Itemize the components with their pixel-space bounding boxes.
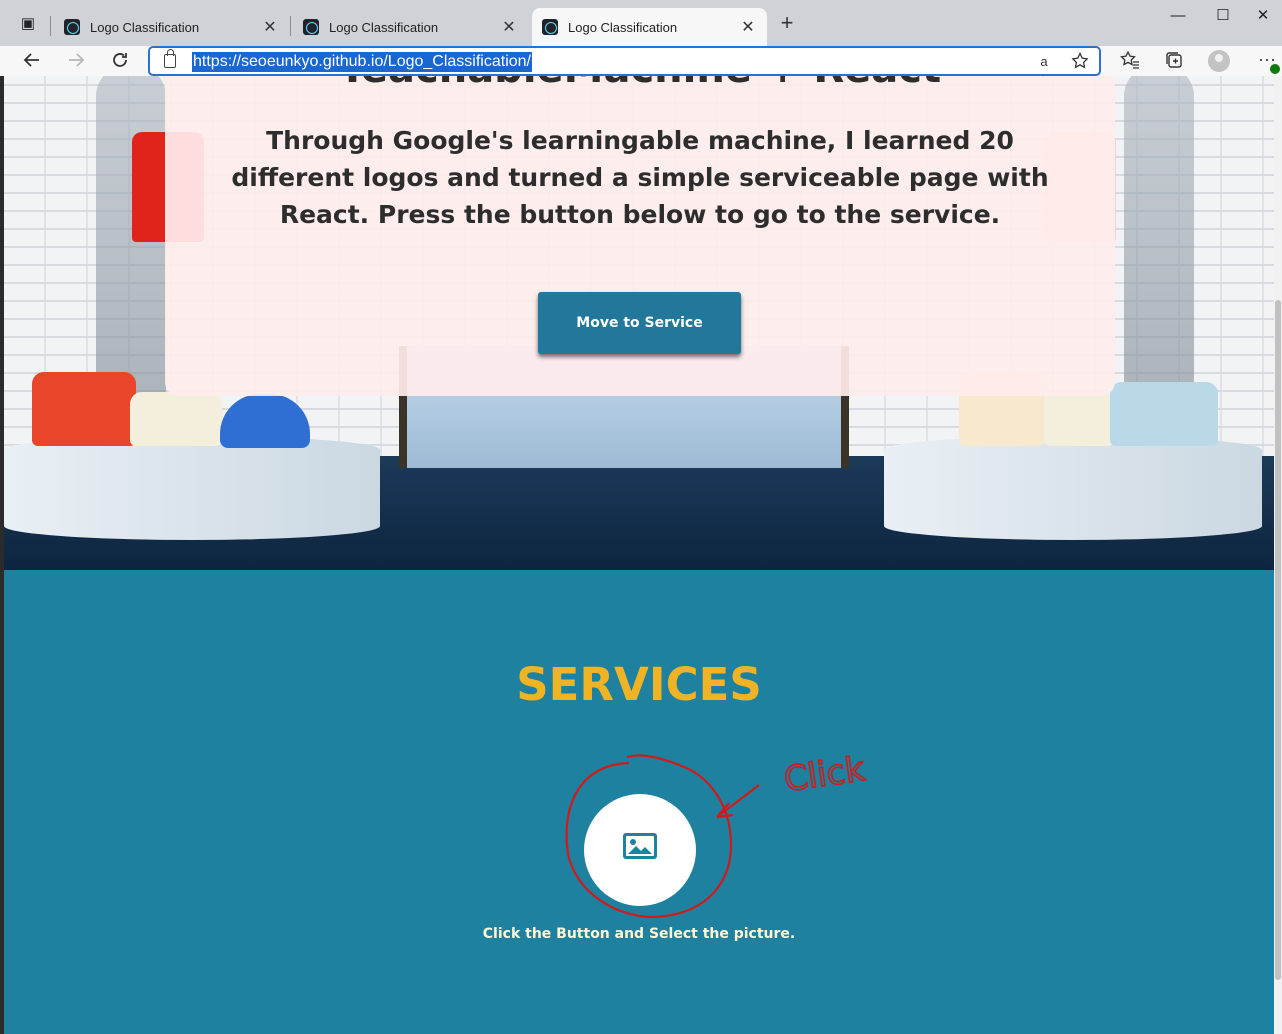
move-to-service-button[interactable]: Move to Service: [538, 292, 741, 354]
tab-2[interactable]: Logo Classification ✕: [293, 8, 528, 46]
tab-close-icon[interactable]: ✕: [500, 17, 518, 37]
read-aloud-icon[interactable]: aあ: [1034, 52, 1054, 89]
minimize-button[interactable]: —: [1155, 6, 1201, 26]
forward-button[interactable]: [64, 50, 88, 74]
hero-section: TeachableMachine + React Through Google'…: [4, 76, 1274, 570]
tab-3-active[interactable]: Logo Classification ✕: [532, 8, 767, 46]
browser-tab-bar: ▣ Logo Classification ✕ Logo Classificat…: [0, 0, 1282, 46]
reload-button[interactable]: [108, 50, 132, 74]
address-bar[interactable]: https://seoeunkyo.github.io/Logo_Classif…: [148, 46, 1101, 89]
window-menu-icon[interactable]: ▣: [18, 14, 38, 34]
hero-title: TeachableMachine + React: [165, 76, 1115, 92]
tab-close-icon[interactable]: ✕: [739, 17, 757, 37]
react-favicon-icon: [64, 19, 80, 35]
forward-arrow-icon: [69, 53, 85, 67]
scrollbar-thumb[interactable]: [1275, 300, 1281, 980]
close-window-button[interactable]: ✕: [1240, 6, 1282, 26]
profile-icon[interactable]: [1208, 50, 1230, 72]
react-favicon-icon: [542, 19, 558, 35]
add-favorite-icon[interactable]: [1070, 51, 1090, 72]
back-arrow-icon: [23, 53, 39, 67]
tab-separator: [290, 16, 291, 36]
tab-1[interactable]: Logo Classification ✕: [54, 8, 289, 46]
favorites-icon[interactable]: [1118, 50, 1142, 74]
services-section: SERVICES Click the Button and Select the…: [4, 570, 1274, 1034]
url-text[interactable]: https://seoeunkyo.github.io/Logo_Classif…: [192, 52, 532, 72]
annotation-text: Click: [782, 749, 868, 800]
click-annotation: Click: [565, 748, 868, 919]
update-badge: [1270, 64, 1280, 74]
orange-bag-image: [32, 372, 136, 446]
tab-title: Logo Classification: [90, 19, 200, 35]
reload-icon: [113, 53, 127, 67]
tab-separator: [50, 16, 51, 36]
tab-title: Logo Classification: [568, 19, 678, 35]
react-favicon-icon: [303, 19, 319, 35]
mannequin-right: [1124, 76, 1194, 396]
left-pedestal: [4, 436, 380, 540]
blue-bag-image: [220, 394, 310, 448]
right-pedestal: [884, 436, 1262, 540]
page-viewport: TeachableMachine + React Through Google'…: [4, 76, 1274, 1034]
hero-card: TeachableMachine + React Through Google'…: [165, 76, 1115, 396]
new-tab-button[interactable]: +: [776, 12, 798, 34]
back-button[interactable]: [20, 50, 44, 74]
cream-bag-image: [130, 392, 222, 446]
services-title: SERVICES: [516, 658, 762, 711]
tab-close-icon[interactable]: ✕: [261, 17, 279, 37]
lightblue-bag-image: [1110, 382, 1218, 446]
lock-icon[interactable]: [164, 49, 176, 68]
collections-icon[interactable]: [1162, 50, 1186, 74]
tab-title: Logo Classification: [329, 19, 439, 35]
browser-toolbar: https://seoeunkyo.github.io/Logo_Classif…: [0, 46, 1282, 89]
hero-description: Through Google's learningable machine, I…: [231, 126, 1049, 229]
white-bag-image: [1044, 392, 1114, 446]
